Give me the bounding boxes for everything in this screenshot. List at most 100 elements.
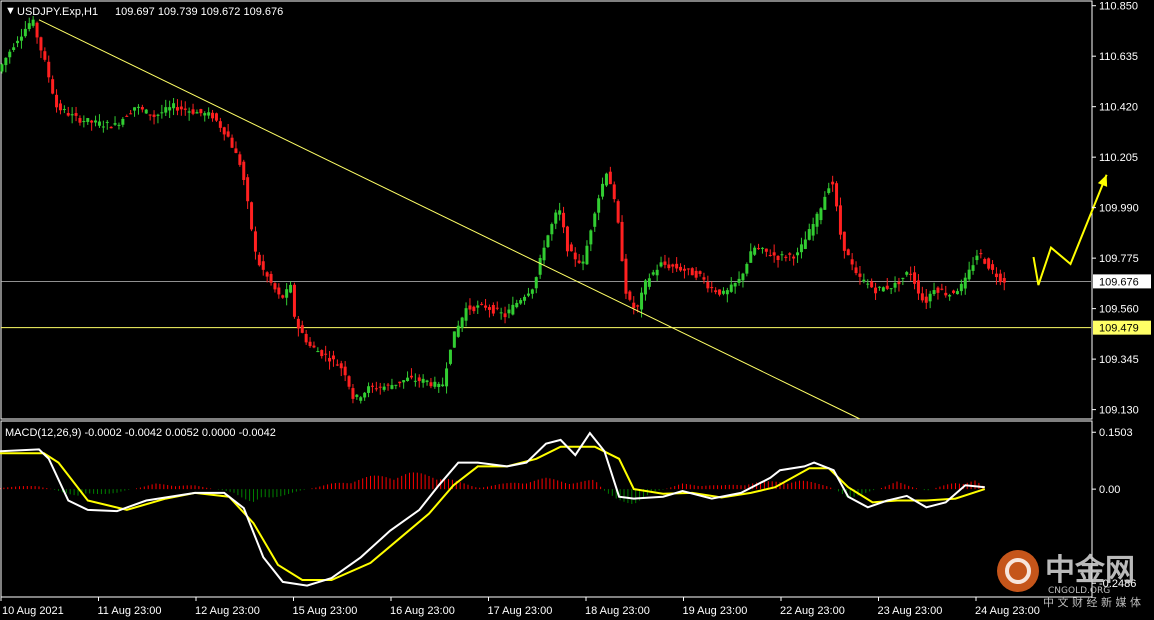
candle-body xyxy=(129,113,133,115)
candle-body xyxy=(643,280,647,295)
candle-body xyxy=(347,376,351,387)
candle-body xyxy=(246,177,250,202)
candle-body xyxy=(97,121,101,126)
candle-body xyxy=(913,272,917,284)
candle-body xyxy=(870,281,874,288)
candle-body xyxy=(979,253,983,255)
candle-body xyxy=(195,112,199,114)
candle-body xyxy=(55,94,59,108)
candle-body xyxy=(409,375,413,378)
candle-body xyxy=(394,384,398,386)
candle-body xyxy=(753,247,757,255)
chart-header-arrow[interactable]: ▼ xyxy=(5,5,16,17)
candle-body xyxy=(367,386,371,393)
candle-body xyxy=(698,271,702,274)
candle-body xyxy=(616,201,620,223)
candle-body xyxy=(511,304,515,315)
candle-body xyxy=(351,388,355,399)
time-tick-label: 11 Aug 23:00 xyxy=(98,605,162,617)
candle-body xyxy=(296,318,300,329)
candle-body xyxy=(441,384,445,387)
candle-body xyxy=(257,254,261,266)
candle-body xyxy=(421,378,425,383)
candle-body xyxy=(374,388,378,390)
candle-body xyxy=(398,381,402,384)
candle-body xyxy=(335,364,339,366)
candle-body xyxy=(460,317,464,328)
candle-body xyxy=(562,212,566,228)
candle-body xyxy=(499,312,503,314)
candle-body xyxy=(686,268,690,270)
candle-body xyxy=(694,270,698,278)
candle-body xyxy=(168,107,172,111)
candle-body xyxy=(983,259,987,264)
candle-body xyxy=(959,283,963,292)
candle-body xyxy=(640,292,644,310)
candle-body xyxy=(468,305,472,310)
candle-body xyxy=(612,184,616,200)
candle-body xyxy=(324,353,328,355)
candle-body xyxy=(8,51,12,58)
candle-body xyxy=(807,229,811,240)
candle-body xyxy=(117,124,121,126)
candle-body xyxy=(203,113,207,116)
candle-body xyxy=(647,278,651,287)
candle-body xyxy=(909,273,913,275)
candle-body xyxy=(402,380,406,383)
time-tick-label: 22 Aug 23:00 xyxy=(780,605,845,617)
candle-body xyxy=(733,282,737,287)
candle-body xyxy=(105,121,109,123)
candle-body xyxy=(125,115,129,117)
candle-body xyxy=(811,224,815,236)
candle-body xyxy=(608,171,612,185)
candle-body xyxy=(827,188,831,194)
candle-body xyxy=(183,108,187,110)
price-tick-label: 109.775 xyxy=(1099,253,1139,265)
candle-body xyxy=(78,118,82,123)
candle-body xyxy=(905,272,909,275)
candle-body xyxy=(757,248,761,250)
candle-body xyxy=(382,386,386,390)
candle-body xyxy=(823,196,827,210)
candle-body xyxy=(277,287,281,295)
candle-body xyxy=(534,277,538,289)
candle-body xyxy=(530,289,534,294)
candle-body xyxy=(172,103,176,109)
candle-body xyxy=(971,265,975,271)
candle-body xyxy=(156,114,160,116)
candle-body xyxy=(850,259,854,265)
candle-body xyxy=(764,248,768,252)
candle-body xyxy=(679,266,683,271)
candle-body xyxy=(706,282,710,289)
candle-body xyxy=(772,252,776,256)
candle-body xyxy=(417,377,421,382)
candle-body xyxy=(577,260,581,263)
candle-body xyxy=(799,244,803,253)
macd-tick-label: 0.1503 xyxy=(1099,427,1133,439)
candle-body xyxy=(593,213,597,227)
candle-body xyxy=(558,210,562,215)
candle-body xyxy=(523,296,527,301)
candle-body xyxy=(136,106,140,108)
candle-body xyxy=(363,392,367,398)
price-axis: 110.850 110.635 110.420 110.205 109.990 109.7… xyxy=(1092,1,1151,417)
candle-body xyxy=(312,345,316,348)
macd-panel: 0.15030.00-0.2486 MACD(12,26,9) -0.0002 … xyxy=(0,420,1136,598)
candle-body xyxy=(94,120,98,123)
candle-body xyxy=(741,273,745,281)
candle-body xyxy=(456,325,460,337)
candle-body xyxy=(476,305,480,308)
candle-body xyxy=(82,121,86,123)
candle-body xyxy=(343,366,347,376)
price-tick-label: 110.850 xyxy=(1099,1,1138,13)
candle-body xyxy=(491,304,495,314)
candle-body xyxy=(413,380,417,382)
candle-body xyxy=(604,173,608,186)
candle-body xyxy=(289,284,293,293)
candle-body xyxy=(542,247,546,261)
candle-body xyxy=(885,285,889,289)
candle-body xyxy=(601,183,605,197)
candle-body xyxy=(975,255,979,261)
watermark: 中金网 CNGOLD.ORG 中 文 财 经 新 媒 体 xyxy=(997,550,1141,609)
candle-body xyxy=(682,268,686,271)
